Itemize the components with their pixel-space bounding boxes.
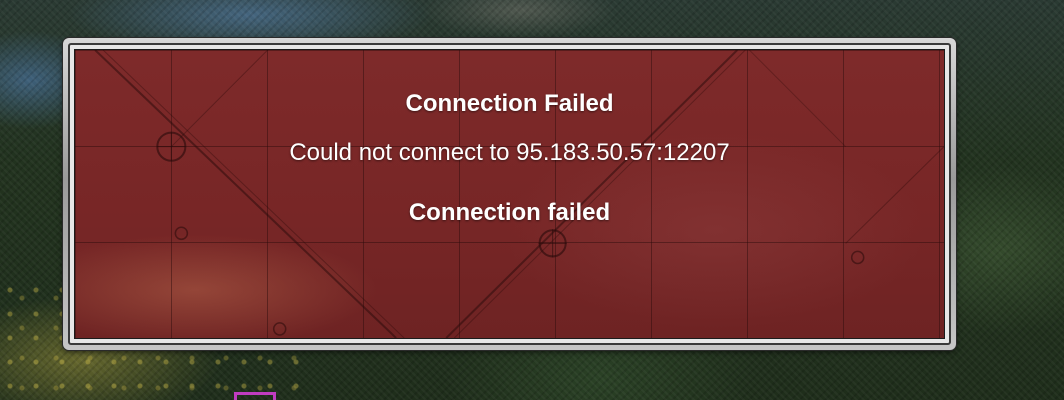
dialog-panel: Connection Failed Could not connect to 9…: [74, 49, 945, 339]
dialog-failure-reason: Connection failed: [408, 199, 611, 226]
game-world-background: Connection Failed Could not connect to 9…: [0, 0, 1064, 400]
selection-marker: [234, 392, 276, 400]
dialog-title: Connection Failed: [405, 90, 614, 117]
connection-failed-dialog: Connection Failed Could not connect to 9…: [63, 38, 956, 350]
dialog-border: Connection Failed Could not connect to 9…: [68, 43, 951, 345]
map-marker-icon: [850, 250, 865, 265]
map-marker-icon: [174, 226, 189, 241]
dialog-detail-message: Could not connect to 95.183.50.57:12207: [289, 139, 730, 166]
map-marker-icon: [272, 322, 287, 336]
